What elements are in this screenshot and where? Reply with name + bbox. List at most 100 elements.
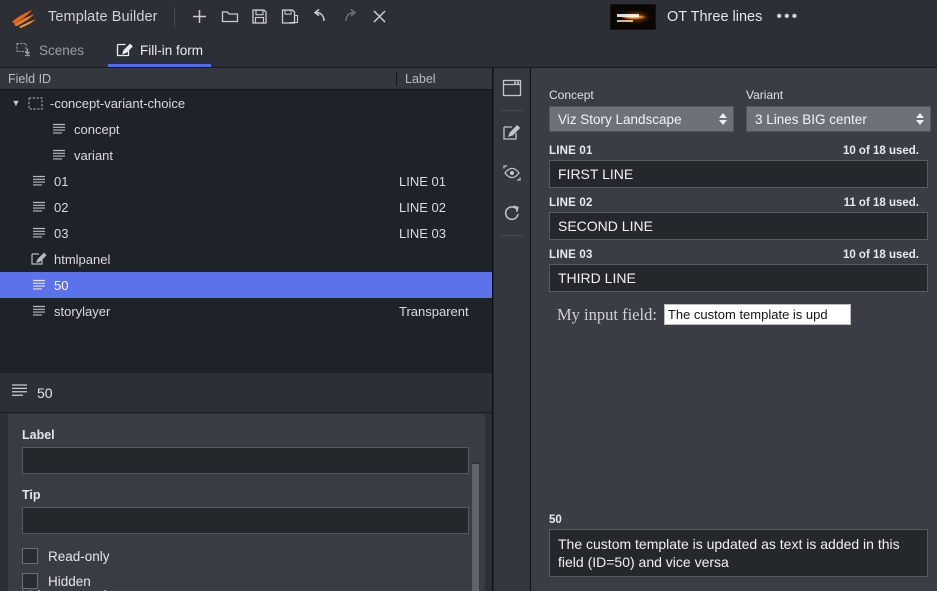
properties-title: 50 bbox=[37, 384, 53, 401]
preview-button[interactable] bbox=[494, 153, 530, 193]
tree-row-label: 02 bbox=[54, 199, 69, 215]
concept-select[interactable]: Viz Story Landscape bbox=[549, 106, 734, 132]
column-header-field-id[interactable]: Field ID bbox=[0, 71, 397, 86]
form-tool-rail bbox=[494, 68, 531, 591]
tree-row-01[interactable]: 01 LINE 01 bbox=[0, 168, 492, 194]
tree-row-label: 01 bbox=[54, 173, 69, 189]
rail-divider bbox=[501, 110, 523, 111]
tip-input[interactable] bbox=[22, 507, 469, 534]
field-line-03: LINE 03 10 of 18 used. THIRD LINE bbox=[549, 249, 928, 292]
text-lines-icon bbox=[48, 149, 70, 162]
save-as-button[interactable] bbox=[275, 2, 305, 32]
text-lines-icon bbox=[28, 175, 50, 188]
tree-row-htmlpanel[interactable]: htmlpanel bbox=[0, 246, 492, 272]
tree-column-headers: Field ID Label bbox=[0, 68, 492, 90]
tree-row-concept[interactable]: concept bbox=[0, 116, 492, 142]
text-lines-icon bbox=[10, 383, 29, 402]
field-name: LINE 03 bbox=[549, 249, 593, 261]
toolbar-divider bbox=[173, 6, 175, 27]
variant-select[interactable]: 3 Lines BIG center bbox=[746, 106, 931, 132]
text-lines-icon bbox=[28, 305, 50, 318]
tree-row-concept-variant-choice[interactable]: ▼ -concept-variant-choice bbox=[0, 90, 492, 116]
tree-row-label: concept bbox=[74, 121, 120, 137]
tree-row-variant[interactable]: variant bbox=[0, 142, 492, 168]
html-panel-icon bbox=[28, 252, 50, 266]
field-50-caption: 50 bbox=[549, 514, 562, 526]
variant-caption: Variant bbox=[746, 88, 784, 102]
app-title: Template Builder bbox=[48, 8, 158, 25]
field-tree-panel: Field ID Label ▼ -concept-variant-choice… bbox=[0, 68, 493, 373]
tree-row-label: variant bbox=[74, 147, 114, 163]
expand-triangle-icon[interactable]: ▼ bbox=[8, 98, 24, 108]
tab-fill-in-form[interactable]: Fill-in form bbox=[100, 33, 219, 67]
hidden-checkbox[interactable] bbox=[22, 573, 38, 589]
open-button[interactable] bbox=[215, 2, 245, 32]
html-panel-label: My input field: bbox=[557, 304, 657, 324]
hidden-label: Hidden bbox=[48, 573, 91, 589]
field-50-textarea[interactable]: The custom template is updated as text i… bbox=[549, 529, 928, 577]
close-button[interactable] bbox=[365, 2, 395, 32]
new-button[interactable] bbox=[185, 2, 215, 32]
field-header: LINE 01 10 of 18 used. bbox=[549, 145, 928, 157]
field-50: 50 The custom template is updated as tex… bbox=[549, 514, 937, 577]
concept-caption: Concept bbox=[549, 88, 594, 102]
line-01-input[interactable]: FIRST LINE bbox=[549, 160, 928, 188]
overflow-menu-button[interactable]: ••• bbox=[776, 9, 799, 25]
text-lines-icon bbox=[28, 227, 50, 240]
column-header-label[interactable]: Label bbox=[397, 72, 492, 86]
tree-row-label: storylayer bbox=[54, 303, 111, 319]
edit-form-button[interactable] bbox=[494, 113, 530, 153]
properties-panel: 50 Label Tip Read-only Hidden Value as n… bbox=[0, 373, 493, 591]
tree-row-value: LINE 02 bbox=[399, 199, 446, 215]
group-dashed-icon bbox=[24, 96, 46, 110]
tree-rows: ▼ -concept-variant-choice concept varian… bbox=[0, 90, 492, 373]
window-panel-icon bbox=[502, 79, 522, 97]
label-caption: Label bbox=[22, 428, 55, 442]
properties-scrollbar[interactable] bbox=[472, 462, 479, 591]
concept-value: Viz Story Landscape bbox=[558, 111, 682, 127]
hidden-row[interactable]: Hidden bbox=[22, 573, 471, 589]
tree-row-50[interactable]: 50 bbox=[0, 272, 492, 298]
concept-variant-row: Concept Viz Story Landscape Variant 3 Li… bbox=[549, 88, 931, 132]
undo-button[interactable] bbox=[305, 2, 335, 32]
chevron-updown-icon bbox=[916, 113, 924, 125]
tree-row-storylayer[interactable]: storylayer Transparent bbox=[0, 298, 492, 324]
tree-row-value: LINE 03 bbox=[399, 225, 446, 241]
field-char-count: 10 of 18 used. bbox=[842, 249, 919, 261]
html-panel-input[interactable]: The custom template is upd bbox=[663, 304, 851, 325]
field-line-02: LINE 02 11 of 18 used. SECOND LINE bbox=[549, 197, 928, 240]
line-03-input[interactable]: THIRD LINE bbox=[549, 264, 928, 292]
tree-row-label: -concept-variant-choice bbox=[50, 95, 186, 111]
tab-scenes[interactable]: Scenes bbox=[0, 33, 100, 67]
html-panel-region: My input field: The custom template is u… bbox=[549, 304, 928, 325]
redo-button[interactable] bbox=[335, 2, 365, 32]
tree-row-label: 03 bbox=[54, 225, 69, 241]
panel-layout-button[interactable] bbox=[494, 68, 530, 108]
refresh-button[interactable] bbox=[494, 193, 530, 233]
text-lines-icon bbox=[28, 201, 50, 214]
template-builder-window: Template Builder OT Three lines ••• Scen… bbox=[0, 0, 937, 591]
properties-form: Label Tip Read-only Hidden Value as numb… bbox=[8, 414, 485, 591]
tree-row-02[interactable]: 02 LINE 02 bbox=[0, 194, 492, 220]
variant-group: Variant 3 Lines BIG center bbox=[746, 88, 931, 132]
field-name: LINE 01 bbox=[549, 145, 593, 157]
read-only-row[interactable]: Read-only bbox=[22, 548, 471, 564]
tree-row-03[interactable]: 03 LINE 03 bbox=[0, 220, 492, 246]
rail-divider bbox=[501, 235, 523, 236]
tab-bar: Scenes Fill-in form bbox=[0, 33, 937, 68]
properties-header: 50 bbox=[0, 373, 492, 413]
concept-group: Concept Viz Story Landscape bbox=[549, 88, 734, 132]
title-bar: Template Builder OT Three lines ••• bbox=[0, 0, 937, 33]
viz-flame-logo-icon bbox=[10, 5, 40, 29]
tree-row-label: htmlpanel bbox=[54, 251, 111, 267]
read-only-checkbox[interactable] bbox=[22, 548, 38, 564]
fill-in-form-panel: Concept Viz Story Landscape Variant 3 Li… bbox=[531, 68, 937, 591]
field-char-count: 11 of 18 used. bbox=[843, 197, 919, 209]
tab-fill-in-form-label: Fill-in form bbox=[140, 42, 204, 58]
line-02-input[interactable]: SECOND LINE bbox=[549, 212, 928, 240]
save-button[interactable] bbox=[245, 2, 275, 32]
label-input[interactable] bbox=[22, 447, 469, 474]
document-header: OT Three lines ••• bbox=[610, 4, 799, 30]
tab-scenes-label: Scenes bbox=[39, 42, 85, 58]
text-lines-icon bbox=[28, 279, 50, 292]
